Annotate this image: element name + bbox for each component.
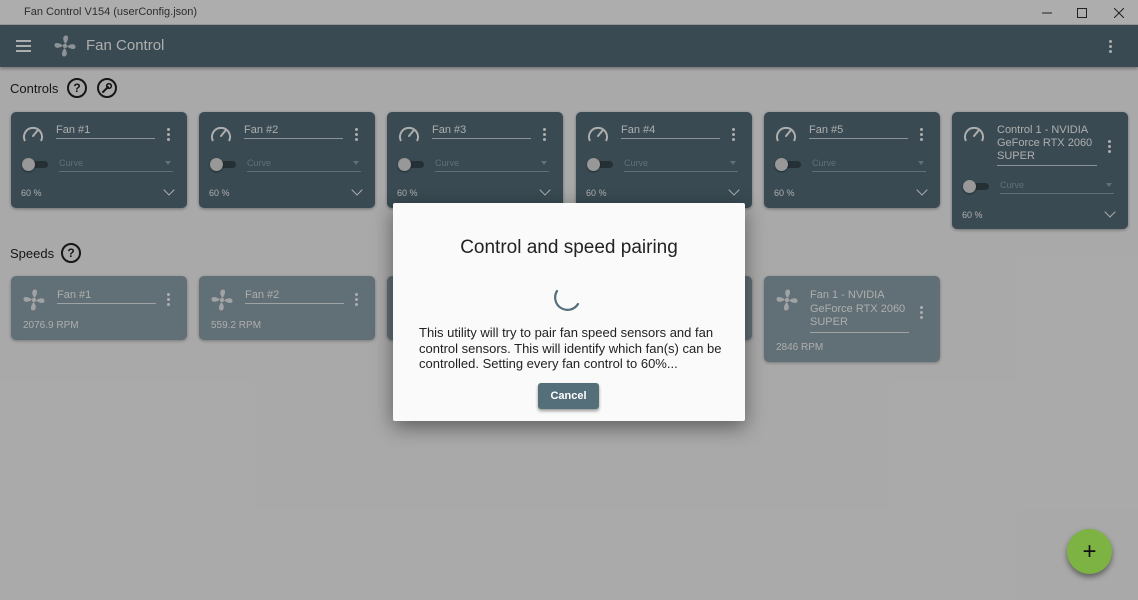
loading-spinner-icon — [554, 289, 580, 311]
dialog-message: This utility will try to pair fan speed … — [419, 325, 722, 371]
dialog-title: Control and speed pairing — [460, 237, 678, 258]
fan-control-window: Fan Control V154 (userConfig.json) Fan C… — [0, 0, 1138, 600]
pairing-dialog: Control and speed pairing This utility w… — [393, 203, 745, 421]
plus-icon: + — [1082, 537, 1097, 565]
add-button[interactable]: + — [1067, 529, 1112, 574]
cancel-button[interactable]: Cancel — [538, 383, 599, 409]
